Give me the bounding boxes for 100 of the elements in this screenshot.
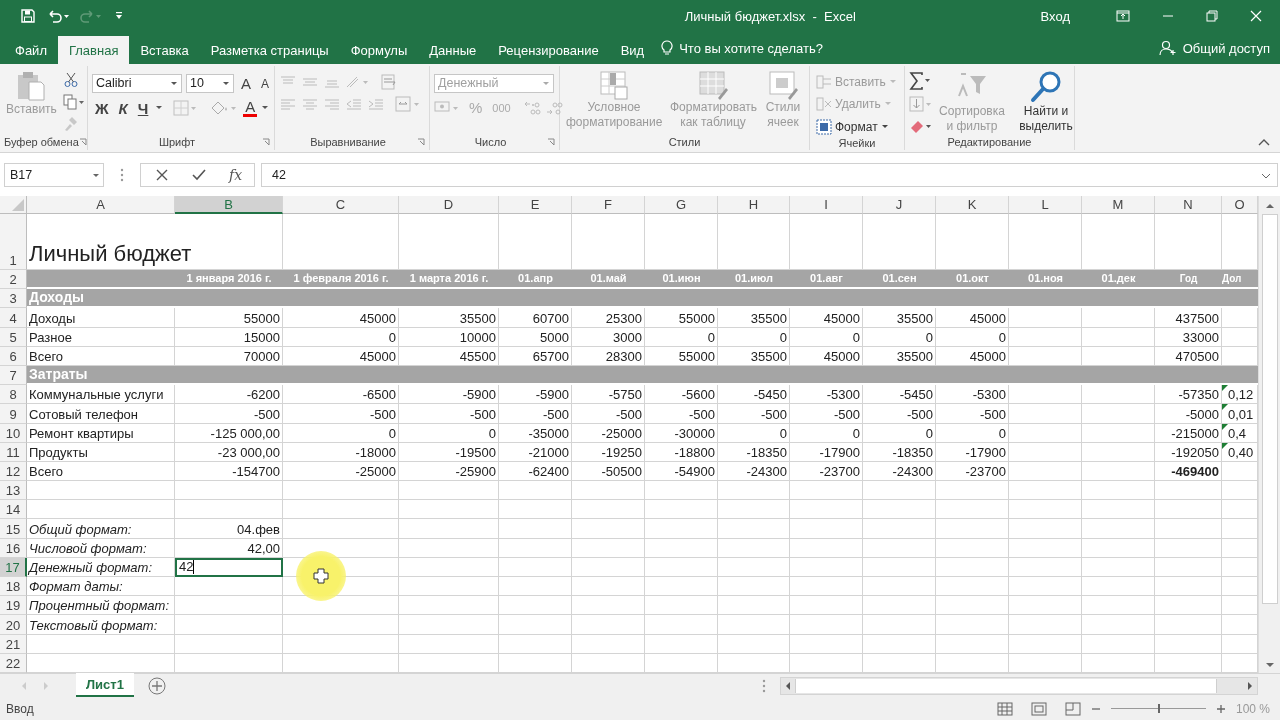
- zoom-slider-thumb[interactable]: [1158, 704, 1161, 713]
- font-family-combobox[interactable]: Calibri: [92, 74, 182, 93]
- column-header[interactable]: J: [863, 196, 936, 214]
- row-header[interactable]: 4: [0, 308, 27, 328]
- normal-view-icon[interactable]: [996, 701, 1013, 716]
- column-header[interactable]: B: [175, 196, 283, 214]
- column-header[interactable]: E: [499, 196, 572, 214]
- column-header[interactable]: G: [645, 196, 718, 214]
- restore-icon[interactable]: [1206, 10, 1218, 22]
- orientation-icon[interactable]: [345, 75, 371, 89]
- expand-icon[interactable]: [1261, 173, 1271, 179]
- collapse-ribbon-icon[interactable]: [1258, 138, 1270, 146]
- share-button[interactable]: Общий доступ: [1158, 32, 1280, 64]
- sheet-tab[interactable]: Лист1: [76, 673, 134, 697]
- bold-button[interactable]: Ж: [92, 99, 112, 117]
- column-header[interactable]: A: [27, 196, 175, 214]
- column-header[interactable]: O: [1222, 196, 1258, 214]
- redo-icon[interactable]: [80, 8, 104, 24]
- row-header[interactable]: 3: [0, 289, 27, 309]
- caret-icon[interactable]: [261, 105, 270, 111]
- column-header[interactable]: F: [572, 196, 645, 214]
- caret-icon[interactable]: [155, 105, 164, 111]
- error-flag-icon[interactable]: [1222, 442, 1228, 449]
- ribbon-tab[interactable]: Главная: [57, 36, 130, 64]
- column-header[interactable]: L: [1009, 196, 1082, 214]
- decrease-decimal-icon[interactable]: [545, 99, 564, 116]
- dialog-launcher-icon[interactable]: [262, 138, 270, 146]
- table-cell[interactable]: 42: [175, 557, 283, 577]
- ribbon-tab[interactable]: Данные: [418, 36, 488, 64]
- grow-font-button[interactable]: A: [238, 75, 254, 92]
- formula-input[interactable]: 42: [261, 163, 1278, 187]
- row-header[interactable]: 9: [0, 404, 27, 424]
- eraser-icon[interactable]: [909, 118, 933, 134]
- table-cell: -500: [718, 404, 790, 424]
- row-header[interactable]: 15: [0, 519, 27, 539]
- ribbon-tab[interactable]: Вид: [609, 36, 656, 64]
- fill-down-icon[interactable]: [909, 96, 933, 112]
- dialog-launcher-icon[interactable]: [417, 138, 425, 146]
- tell-me-field[interactable]: Что вы хотите сделать?: [677, 39, 972, 57]
- close-icon[interactable]: [1250, 10, 1262, 22]
- table-cell: -469400: [1155, 461, 1222, 482]
- column-header[interactable]: M: [1082, 196, 1155, 214]
- ribbon-tab[interactable]: Формулы: [339, 36, 419, 64]
- row-header[interactable]: 19: [0, 596, 27, 616]
- table-cell: 55000: [175, 308, 283, 328]
- ribbon-tab[interactable]: Вставка: [129, 36, 200, 64]
- empty-cell: [718, 557, 790, 577]
- row-header[interactable]: 18: [0, 577, 27, 597]
- dialog-launcher-icon[interactable]: [78, 138, 87, 146]
- check-icon[interactable]: [191, 168, 207, 182]
- scrollbar-thumb[interactable]: [795, 678, 1217, 693]
- row-header[interactable]: 1: [0, 214, 27, 270]
- font-color-button[interactable]: A: [243, 99, 258, 117]
- row-header[interactable]: 13: [0, 481, 27, 501]
- add-sheet-icon[interactable]: [147, 676, 166, 695]
- cancel-icon[interactable]: [155, 168, 169, 182]
- undo-icon[interactable]: [46, 8, 70, 24]
- wrap-text-icon[interactable]: [381, 74, 399, 90]
- editing-button[interactable]: Найти и выделить: [1011, 70, 1081, 134]
- copy-icon[interactable]: [62, 94, 85, 110]
- row-header[interactable]: 20: [0, 615, 27, 635]
- insert-function-button[interactable]: fx: [229, 167, 243, 183]
- table-cell: 25300: [572, 308, 645, 328]
- ribbon-tab[interactable]: Разметка страницы: [199, 36, 340, 64]
- ribbon-tab[interactable]: Рецензирование: [487, 36, 610, 64]
- page-break-icon[interactable]: [1064, 701, 1081, 716]
- sign-in-link[interactable]: Вход: [1040, 8, 1070, 24]
- dialog-launcher-icon[interactable]: [547, 138, 555, 146]
- page-layout-icon[interactable]: [1030, 701, 1047, 716]
- error-flag-icon[interactable]: [1222, 423, 1228, 430]
- scissors-icon[interactable]: [62, 72, 79, 88]
- column-header[interactable]: C: [283, 196, 399, 214]
- ribbon-display-icon[interactable]: [1116, 10, 1130, 22]
- autosum-icon[interactable]: [909, 72, 933, 90]
- scrollbar-thumb[interactable]: [1261, 214, 1278, 604]
- zoom-in-icon[interactable]: [1215, 703, 1226, 714]
- insert-cells-icon: [816, 75, 832, 89]
- italic-button[interactable]: К: [115, 99, 131, 117]
- column-header[interactable]: D: [399, 196, 499, 214]
- column-header[interactable]: K: [936, 196, 1009, 214]
- row-header[interactable]: 8: [0, 385, 27, 405]
- name-box[interactable]: B17: [4, 163, 104, 187]
- font-size-combobox[interactable]: 10: [186, 74, 234, 93]
- column-header[interactable]: N: [1155, 196, 1222, 214]
- row-header[interactable]: 2: [0, 270, 27, 290]
- column-header[interactable]: H: [718, 196, 790, 214]
- grip-icon[interactable]: [120, 168, 124, 182]
- save-icon[interactable]: [20, 8, 36, 24]
- error-flag-icon[interactable]: [1222, 385, 1228, 392]
- empty-cell: [718, 538, 790, 558]
- caret-icon: [170, 81, 178, 87]
- empty-cell: [718, 500, 790, 520]
- error-flag-icon[interactable]: [1222, 404, 1228, 411]
- row-header[interactable]: 14: [0, 500, 27, 520]
- splitter-icon[interactable]: [762, 678, 766, 693]
- cells-button[interactable]: Формат: [814, 118, 891, 136]
- shrink-font-button[interactable]: A: [258, 76, 273, 91]
- column-header[interactable]: I: [790, 196, 863, 214]
- underline-button[interactable]: Ч: [134, 99, 152, 117]
- ribbon-tab[interactable]: Файл: [4, 36, 58, 64]
